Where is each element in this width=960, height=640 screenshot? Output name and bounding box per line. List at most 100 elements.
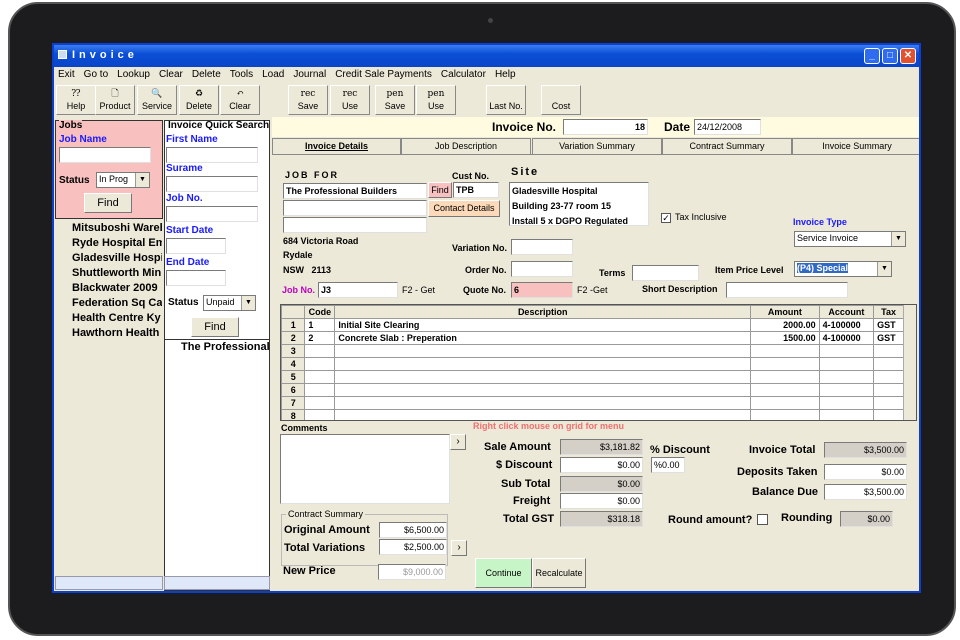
start-date-input[interactable]: [166, 238, 226, 254]
grid-cell[interactable]: [818, 396, 875, 410]
column-header[interactable]: Tax: [873, 305, 904, 319]
table-row[interactable]: 5: [281, 370, 904, 384]
toolbar-rec-savebutton[interactable]: rec Save: [288, 85, 328, 115]
expand-variations-button[interactable]: ›: [451, 540, 467, 556]
toolbar-clearbutton[interactable]: ↶ Clear: [220, 85, 260, 115]
grid-cell[interactable]: 2: [304, 331, 336, 345]
grid-cell[interactable]: [750, 344, 820, 358]
table-row[interactable]: 3: [281, 344, 904, 358]
quick-status-select[interactable]: Unpaid ▼: [203, 295, 256, 311]
toolbar-helpbutton[interactable]: ⁇ Help: [56, 85, 96, 115]
surname-input[interactable]: [166, 176, 258, 192]
tab-invoice-summary[interactable]: Invoice Summary: [792, 138, 919, 154]
tree-item[interactable]: Ryde Hospital Em: [72, 237, 162, 252]
customer-line3-input[interactable]: [283, 217, 427, 233]
contact-details-button[interactable]: Contact Details: [428, 200, 500, 217]
grid-cell[interactable]: [304, 396, 336, 410]
grid-cell[interactable]: [750, 370, 820, 384]
order-no-input[interactable]: [511, 261, 573, 277]
grid-cell[interactable]: [873, 383, 904, 397]
tree-item[interactable]: Health Centre Ky: [72, 312, 162, 327]
grid-cell[interactable]: [873, 357, 904, 371]
cust-no-input[interactable]: [453, 182, 499, 198]
column-header[interactable]: Amount: [750, 305, 820, 319]
short-description-input[interactable]: [726, 282, 848, 298]
grid-cell[interactable]: GST: [873, 318, 904, 332]
tree-item[interactable]: Hawthorn Health: [72, 327, 162, 342]
toolbar-rec-usebutton[interactable]: rec Use: [330, 85, 370, 115]
column-header[interactable]: Description: [334, 305, 752, 319]
grid-cell[interactable]: [750, 357, 820, 371]
discount-input[interactable]: [560, 457, 643, 473]
recalculate-button[interactable]: Recalculate: [532, 558, 586, 588]
table-row[interactable]: 8: [281, 409, 904, 420]
grid-cell[interactable]: [304, 370, 336, 384]
jobs-find-button[interactable]: Find: [84, 193, 132, 213]
customer-line2-input[interactable]: [283, 200, 427, 216]
tree-item[interactable]: Blackwater 2009: [72, 282, 162, 297]
grid-cell[interactable]: Concrete Slab : Preperation: [334, 331, 752, 345]
grid-cell[interactable]: [334, 409, 752, 420]
tree-item[interactable]: Gladesville Hospital: [72, 252, 162, 267]
grid-cell[interactable]: [304, 383, 336, 397]
balance-due-input[interactable]: [824, 484, 907, 500]
grid-cell[interactable]: 1: [304, 318, 336, 332]
job-name-input[interactable]: [59, 147, 151, 163]
comments-textarea[interactable]: [280, 434, 450, 504]
menu-journal[interactable]: Journal: [293, 69, 326, 81]
customer-find-button[interactable]: Find: [428, 182, 452, 198]
table-row[interactable]: 4: [281, 357, 904, 371]
pct-discount-input[interactable]: [651, 457, 685, 473]
column-header[interactable]: Account: [818, 305, 875, 319]
toolbar-pen-usebutton[interactable]: pen Use: [416, 85, 456, 115]
grid-cell[interactable]: [818, 370, 875, 384]
grid-cell[interactable]: [750, 396, 820, 410]
menu-calculator[interactable]: Calculator: [441, 69, 486, 81]
column-header[interactable]: Code: [304, 305, 336, 319]
menu-credit-sale-payments[interactable]: Credit Sale Payments: [335, 69, 432, 81]
grid-cell[interactable]: [818, 344, 875, 358]
freight-input[interactable]: [560, 493, 643, 509]
grid-cell[interactable]: [334, 344, 752, 358]
tab-variation-summary[interactable]: Variation Summary: [532, 138, 662, 154]
table-row[interactable]: 2 2 Concrete Slab : Preperation 1500.00 4-10…: [281, 331, 904, 345]
tax-inclusive-checkbox[interactable]: ✓: [661, 213, 671, 223]
grid-cell[interactable]: 1500.00: [750, 331, 820, 345]
menu-load[interactable]: Load: [262, 69, 284, 81]
variation-no-input[interactable]: [511, 239, 573, 255]
grid-cell[interactable]: GST: [873, 331, 904, 345]
menu-lookup[interactable]: Lookup: [117, 69, 150, 81]
jobs-tree-scrollbar[interactable]: [55, 576, 163, 590]
menu-clear[interactable]: Clear: [159, 69, 183, 81]
menu-delete[interactable]: Delete: [192, 69, 221, 81]
expand-comments-button[interactable]: ›: [450, 434, 466, 450]
grid-scrollbar[interactable]: [903, 305, 916, 420]
grid-cell[interactable]: Initial Site Clearing: [334, 318, 752, 332]
site-textbox[interactable]: Gladesville Hospital Building 23-77 room …: [509, 182, 649, 226]
tab-job-description[interactable]: Job Description: [401, 138, 531, 154]
tree-item[interactable]: Mitsuboshi Warehouse: [72, 222, 162, 237]
job-status-select[interactable]: In Prog ▼: [96, 172, 150, 188]
continue-button[interactable]: Continue: [475, 558, 532, 588]
round-amount-checkbox[interactable]: [757, 514, 768, 525]
tree-item[interactable]: Federation Sq Ca: [72, 297, 162, 312]
quote-no-input[interactable]: [511, 282, 573, 298]
grid-cell[interactable]: [304, 357, 336, 371]
table-row[interactable]: 1 1 Initial Site Clearing 2000.00 4-100000 GS…: [281, 318, 904, 332]
grid-cell[interactable]: [304, 409, 336, 420]
menu-exit[interactable]: Exit: [58, 69, 75, 81]
menu-go-to[interactable]: Go to: [84, 69, 108, 81]
deposits-taken-input[interactable]: [824, 464, 907, 480]
toolbar-costbutton[interactable]: Cost: [541, 85, 581, 115]
minimize-button[interactable]: _: [864, 48, 880, 64]
customer-input[interactable]: [283, 183, 427, 199]
toolbar-servicebutton[interactable]: 🔍 Service: [137, 85, 177, 115]
tree-item[interactable]: The Professional: [181, 341, 270, 353]
invoice-no-input[interactable]: [563, 119, 648, 135]
menu-tools[interactable]: Tools: [230, 69, 253, 81]
grid-cell[interactable]: [818, 409, 875, 420]
first-name-input[interactable]: [166, 147, 258, 163]
line-items-grid[interactable]: Code Description Amount Account Tax 1 1 Initial…: [280, 304, 917, 421]
invoice-type-select[interactable]: Service Invoice ▼: [794, 231, 906, 247]
grid-cell[interactable]: [334, 357, 752, 371]
